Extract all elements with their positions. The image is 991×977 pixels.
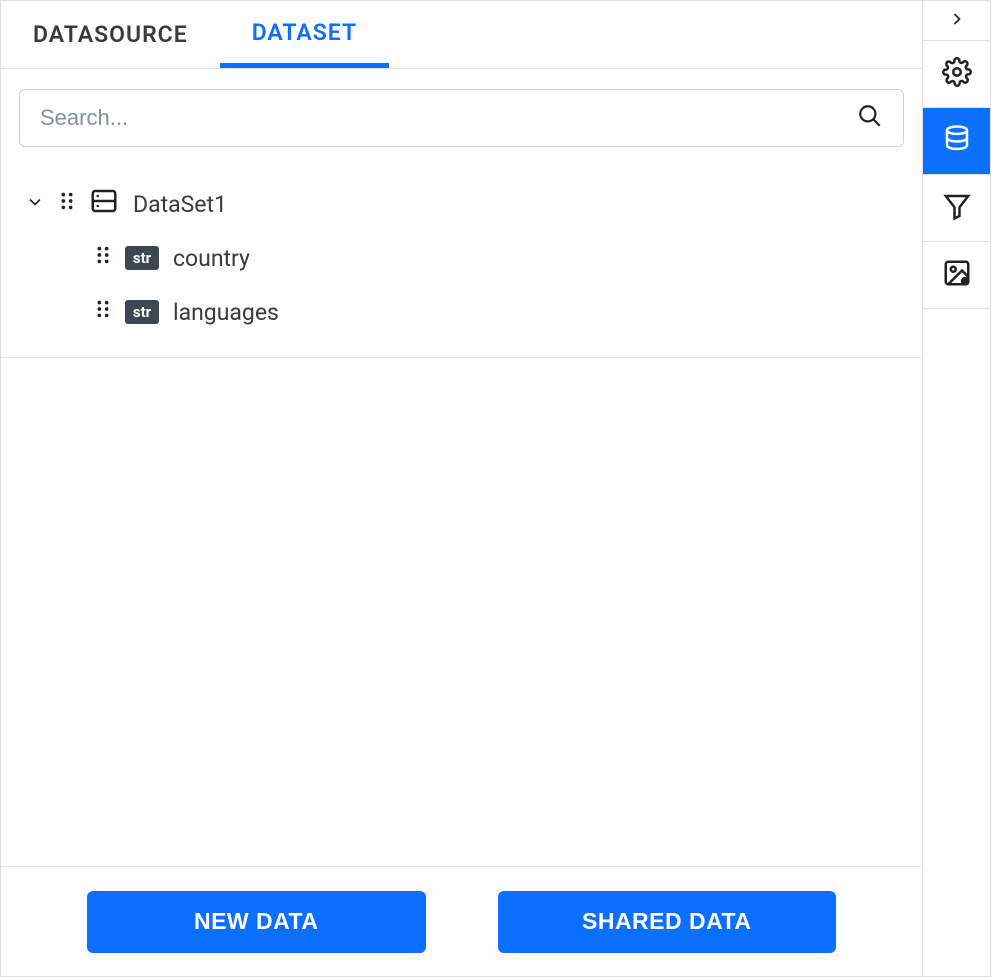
- dataset-icon: [89, 186, 119, 222]
- rail-expand-button[interactable]: [923, 1, 990, 41]
- tab-dataset[interactable]: DATASET: [220, 1, 389, 68]
- drag-handle-icon[interactable]: [95, 298, 111, 326]
- search-input[interactable]: [40, 105, 857, 131]
- new-data-button[interactable]: NEW DATA: [87, 891, 426, 953]
- rail-data-button[interactable]: [923, 108, 990, 175]
- rail-filter-button[interactable]: [923, 175, 990, 242]
- field-row[interactable]: str languages: [25, 285, 922, 339]
- dataset-tree: DataSet1 str country str: [1, 147, 922, 866]
- type-badge-str: str: [125, 300, 159, 324]
- rail-settings-button[interactable]: [923, 41, 990, 108]
- search-field[interactable]: [19, 89, 904, 147]
- shared-data-button[interactable]: SHARED DATA: [498, 891, 837, 953]
- tab-bar: DATASOURCE DATASET: [1, 1, 922, 69]
- main-panel: DATASOURCE DATASET: [1, 1, 923, 976]
- rail-image-settings-button[interactable]: [923, 242, 990, 309]
- field-row[interactable]: str country: [25, 231, 922, 285]
- drag-handle-icon[interactable]: [95, 244, 111, 272]
- type-badge-str: str: [125, 246, 159, 270]
- chevron-down-icon[interactable]: [25, 191, 45, 218]
- drag-handle-icon[interactable]: [59, 190, 75, 218]
- gear-icon: [942, 57, 972, 91]
- tab-datasource[interactable]: DATASOURCE: [1, 1, 220, 68]
- action-bar: NEW DATA SHARED DATA: [1, 866, 922, 976]
- image-gear-icon: [942, 258, 972, 292]
- field-label: country: [173, 245, 250, 272]
- side-rail: [923, 1, 990, 976]
- chevron-right-icon: [947, 9, 967, 33]
- dataset-label: DataSet1: [133, 191, 227, 218]
- divider: [1, 357, 922, 358]
- field-label: languages: [173, 299, 279, 326]
- filter-icon: [942, 191, 972, 225]
- search-wrap: [1, 69, 922, 147]
- dataset-node[interactable]: DataSet1: [25, 177, 922, 231]
- search-icon: [857, 103, 883, 133]
- database-icon: [942, 124, 972, 158]
